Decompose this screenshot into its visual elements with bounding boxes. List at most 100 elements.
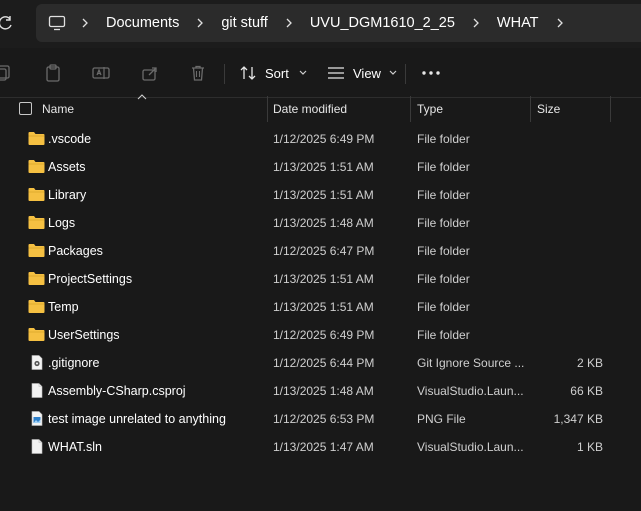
breadcrumb-documents[interactable]: Documents <box>106 15 179 31</box>
file-row-library[interactable]: Library 1/13/2025 1:51 AM File folder <box>0 181 641 209</box>
file-size: 66 KB <box>570 384 603 398</box>
view-icon <box>328 67 344 79</box>
file-date: 1/13/2025 1:51 AM <box>273 300 374 314</box>
file-name: .vscode <box>48 132 92 146</box>
breadcrumb-item[interactable]: Documents <box>80 15 195 31</box>
file-name: ProjectSettings <box>48 272 133 286</box>
file-date: 1/12/2025 6:53 PM <box>273 412 375 426</box>
chevron-down-icon <box>389 70 397 75</box>
file-type: File folder <box>417 272 470 286</box>
file-date: 1/13/2025 1:47 AM <box>273 440 374 454</box>
rename-icon[interactable] <box>92 64 110 82</box>
view-label: View <box>353 65 381 81</box>
sort-button[interactable]: Sort <box>240 62 307 84</box>
file-date: 1/12/2025 6:49 PM <box>273 132 375 146</box>
file-row-vscode[interactable]: .vscode 1/12/2025 6:49 PM File folder <box>0 125 641 153</box>
paste-icon[interactable] <box>44 64 62 82</box>
blank-file-icon <box>31 439 43 454</box>
file-type: File folder <box>417 216 470 230</box>
breadcrumb-git-stuff[interactable]: git stuff <box>221 15 267 31</box>
blank-file-icon <box>31 383 43 398</box>
file-name: UserSettings <box>48 328 120 342</box>
this-pc-icon[interactable] <box>48 15 66 31</box>
folder-icon <box>28 328 45 341</box>
column-header-date[interactable]: Date modified <box>268 96 411 122</box>
file-date: 1/13/2025 1:48 AM <box>273 384 374 398</box>
copy-icon[interactable] <box>0 64 12 82</box>
file-name: Library <box>48 188 87 202</box>
address-bar[interactable]: Documents git stuff UVU_DGM1610_2_25 WHA… <box>36 4 641 42</box>
breadcrumb-item[interactable]: git stuff <box>195 15 283 31</box>
breadcrumb-item[interactable]: WHAT <box>471 15 555 31</box>
file-type: File folder <box>417 132 470 146</box>
file-size: 1 KB <box>576 440 603 454</box>
file-row-test-image[interactable]: test image unrelated to anything 1/12/20… <box>0 405 641 433</box>
file-type: VisualStudio.Laun... <box>417 440 524 454</box>
command-bar: Sort View <box>0 48 641 98</box>
column-header-size[interactable]: Size <box>531 96 611 122</box>
chevron-right-icon[interactable] <box>284 18 294 28</box>
address-bar-row: Documents git stuff UVU_DGM1610_2_25 WHA… <box>0 0 641 48</box>
toolbar-divider <box>405 64 406 84</box>
file-type: File folder <box>417 244 470 258</box>
image-file-icon <box>31 411 43 426</box>
file-type: File folder <box>417 188 470 202</box>
file-row-assembly-csharp[interactable]: Assembly-CSharp.csproj 1/13/2025 1:48 AM… <box>0 377 641 405</box>
folder-icon <box>28 132 45 145</box>
folder-icon <box>28 272 45 285</box>
file-type: PNG File <box>417 412 466 426</box>
refresh-icon[interactable] <box>0 14 14 32</box>
column-header-date-label: Date modified <box>273 102 348 116</box>
folder-icon <box>28 216 45 229</box>
file-name: Assembly-CSharp.csproj <box>48 384 186 398</box>
file-name: Logs <box>48 216 76 230</box>
file-row-projectsettings[interactable]: ProjectSettings 1/13/2025 1:51 AM File f… <box>0 265 641 293</box>
breadcrumb-item[interactable]: UVU_DGM1610_2_25 <box>284 15 471 31</box>
file-date: 1/13/2025 1:51 AM <box>273 272 374 286</box>
chevron-right-icon[interactable] <box>80 18 90 28</box>
chevron-right-icon[interactable] <box>195 18 205 28</box>
file-row-temp[interactable]: Temp 1/13/2025 1:51 AM File folder <box>0 293 641 321</box>
file-list: .vscode 1/12/2025 6:49 PM File folder As… <box>0 125 641 461</box>
folder-icon <box>28 188 45 201</box>
column-header-type[interactable]: Type <box>411 96 531 122</box>
file-date: 1/12/2025 6:49 PM <box>273 328 375 342</box>
folder-icon <box>28 160 45 173</box>
file-type: File folder <box>417 328 470 342</box>
file-type: Git Ignore Source ... <box>417 356 525 370</box>
file-row-gitignore[interactable]: .gitignore 1/12/2025 6:44 PM Git Ignore … <box>0 349 641 377</box>
file-row-logs[interactable]: Logs 1/13/2025 1:48 AM File folder <box>0 209 641 237</box>
column-header-name[interactable]: Name <box>35 96 268 122</box>
chevron-right-icon[interactable] <box>471 18 481 28</box>
sort-label: Sort <box>265 65 289 81</box>
file-row-what-sln[interactable]: WHAT.sln 1/13/2025 1:47 AM VisualStudio.… <box>0 433 641 461</box>
file-name: Assets <box>48 160 86 174</box>
sort-icon <box>240 66 256 80</box>
file-type: File folder <box>417 300 470 314</box>
breadcrumb-item[interactable] <box>555 18 581 28</box>
folder-icon <box>28 300 45 313</box>
file-date: 1/13/2025 1:48 AM <box>273 216 374 230</box>
chevron-right-icon[interactable] <box>555 18 565 28</box>
view-button[interactable]: View <box>327 62 397 84</box>
delete-icon[interactable] <box>189 64 207 82</box>
chevron-down-icon <box>299 70 307 75</box>
file-row-usersettings[interactable]: UserSettings 1/12/2025 6:49 PM File fold… <box>0 321 641 349</box>
more-options-icon[interactable] <box>421 70 441 76</box>
file-name: Temp <box>48 300 79 314</box>
file-row-packages[interactable]: Packages 1/12/2025 6:47 PM File folder <box>0 237 641 265</box>
file-type: VisualStudio.Laun... <box>417 384 524 398</box>
column-header-size-label: Size <box>537 102 561 116</box>
breadcrumb-what[interactable]: WHAT <box>497 15 539 31</box>
column-header-name-label: Name <box>42 102 75 116</box>
file-name: WHAT.sln <box>48 440 102 454</box>
file-row-assets[interactable]: Assets 1/13/2025 1:51 AM File folder <box>0 153 641 181</box>
breadcrumb-uvu-dgm1610[interactable]: UVU_DGM1610_2_25 <box>310 15 455 31</box>
file-name: test image unrelated to anything <box>48 412 226 426</box>
share-icon[interactable] <box>141 64 159 82</box>
column-header-row: Name Date modified Type Size <box>0 96 641 122</box>
file-date: 1/13/2025 1:51 AM <box>273 160 374 174</box>
file-size: 1,347 KB <box>553 412 603 426</box>
file-name: Packages <box>48 244 103 258</box>
toolbar-divider <box>224 64 225 84</box>
